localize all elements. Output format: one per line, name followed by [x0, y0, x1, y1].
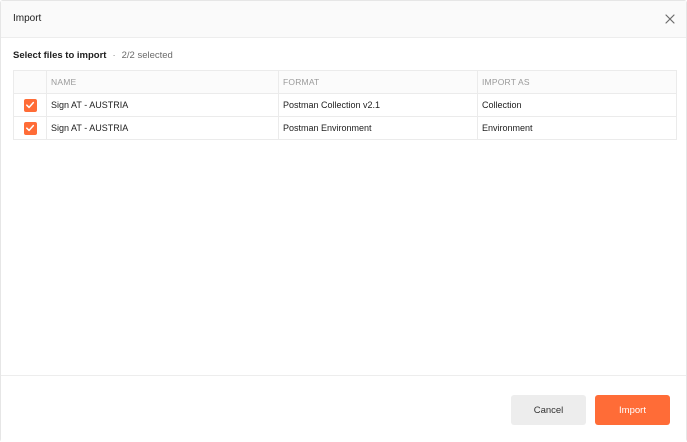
- header-checkbox-cell: [13, 70, 47, 94]
- selection-separator: ·: [112, 50, 116, 61]
- row-checkbox-cell: [13, 116, 47, 140]
- row-format: Postman Collection v2.1: [278, 93, 478, 117]
- column-header-format: FORMAT: [278, 70, 478, 94]
- column-header-import-as: IMPORT AS: [477, 70, 677, 94]
- column-header-name: NAME: [46, 70, 279, 94]
- row-import-as[interactable]: Collection: [477, 93, 677, 117]
- dialog-title: Import: [13, 13, 42, 24]
- files-table: NAME FORMAT IMPORT AS Sign AT - AUSTRIA …: [13, 70, 677, 140]
- checkmark-icon: [26, 101, 35, 109]
- cancel-button[interactable]: Cancel: [511, 395, 586, 425]
- row-checkbox-cell: [13, 93, 47, 117]
- selection-heading: Select files to import: [13, 50, 107, 61]
- selection-summary: Select files to import · 2/2 selected: [13, 50, 173, 61]
- row-format: Postman Environment: [278, 116, 478, 140]
- table-row: Sign AT - AUSTRIA Postman Collection v2.…: [13, 93, 677, 117]
- row-name: Sign AT - AUSTRIA: [46, 93, 279, 117]
- close-icon: [665, 14, 675, 24]
- table-row: Sign AT - AUSTRIA Postman Environment En…: [13, 116, 677, 140]
- row-name: Sign AT - AUSTRIA: [46, 116, 279, 140]
- dialog-header: Import: [1, 1, 686, 38]
- selection-count: 2/2 selected: [121, 50, 173, 61]
- row-checkbox[interactable]: [23, 98, 37, 112]
- checkmark-icon: [26, 124, 35, 132]
- row-checkbox[interactable]: [23, 121, 37, 135]
- close-button[interactable]: [663, 12, 677, 26]
- import-button[interactable]: Import: [595, 395, 670, 425]
- row-import-as[interactable]: Environment: [477, 116, 677, 140]
- import-dialog: Import Select files to import · 2/2 select…: [0, 0, 687, 442]
- dialog-footer: Cancel Import: [1, 375, 686, 442]
- table-header-row: NAME FORMAT IMPORT AS: [13, 70, 677, 94]
